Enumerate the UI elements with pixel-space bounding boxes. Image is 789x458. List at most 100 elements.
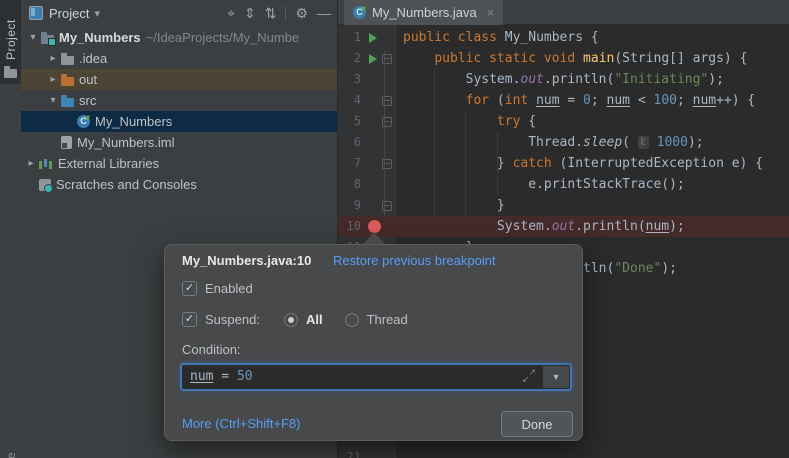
project-view-icon (29, 6, 43, 20)
enabled-checkbox[interactable]: ✓ (182, 281, 197, 296)
tree-item-my-numbers-iml[interactable]: My_Numbers.iml (21, 132, 337, 153)
tool-window-button-project[interactable]: Project (0, 0, 21, 84)
tool-window-stripe: Project Structure (0, 0, 22, 458)
suspend-thread-label[interactable]: Thread (367, 312, 408, 327)
tree-item-label: External Libraries (58, 156, 159, 171)
libraries-icon (39, 157, 53, 170)
iml-icon (61, 136, 72, 149)
code-text[interactable]: try { (396, 111, 789, 132)
run-icon[interactable] (369, 54, 382, 64)
code-line-5: 5 try { (338, 111, 789, 132)
chevron-right-icon[interactable]: ▸ (45, 53, 61, 64)
condition-label: Condition: (182, 342, 241, 357)
condition-history-dropdown[interactable]: ▼ (542, 366, 569, 388)
code-text[interactable]: Thread.sleep( l: 1000); (396, 132, 789, 153)
line-number: 21 (338, 447, 361, 458)
restore-previous-breakpoint-link[interactable]: Restore previous breakpoint (333, 253, 496, 268)
gutter-cell: 4 (338, 90, 396, 111)
code-text[interactable]: } (396, 195, 789, 216)
tree-item-label: My_Numbers (59, 30, 141, 45)
line-number: 2 (338, 48, 361, 69)
folder-orange-icon (61, 77, 74, 86)
code-line-2: 2 public static void main(String[] args)… (338, 48, 789, 69)
code-text[interactable]: public static void main(String[] args) { (396, 48, 789, 69)
code-text[interactable]: public class My_Numbers { (396, 27, 789, 48)
line-number: 1 (338, 27, 361, 48)
tree-item-label: src (79, 93, 96, 108)
fold-icon[interactable] (382, 117, 392, 127)
condition-value: num = 50 (190, 365, 253, 389)
code-line-4: 4 for (int num = 0; num < 100; num++) { (338, 90, 789, 111)
tree-item-src[interactable]: ▾ src (21, 90, 337, 111)
condition-input[interactable]: num = 50 ↗↙ ▼ (180, 363, 572, 391)
gutter-cell: 6 (338, 132, 396, 153)
enabled-row: ✓ Enabled (182, 281, 253, 296)
breakpoint-popup-title: My_Numbers.java:10 (182, 253, 311, 268)
code-line-9: 9 } (338, 195, 789, 216)
tree-item-label: My_Numbers.iml (77, 135, 175, 150)
fold-icon[interactable] (382, 54, 392, 64)
suspend-all-radio[interactable] (284, 313, 298, 327)
tree-item-my-numbers[interactable]: My_Numbers (21, 111, 337, 132)
project-panel-header: Project ▾ ⌖ ⇕ ⇅ ⚙ — (21, 0, 337, 26)
line-number: 4 (338, 90, 361, 111)
fold-icon[interactable] (382, 96, 392, 106)
code-text[interactable] (396, 447, 789, 458)
code-text[interactable]: } catch (InterruptedException e) { (396, 153, 789, 174)
tree-item-out[interactable]: ▸out (21, 69, 337, 90)
suspend-thread-radio[interactable] (345, 313, 359, 327)
tree-item-my-numbers[interactable]: ▾My_Numbers ~/IdeaProjects/My_Numbe (21, 27, 337, 48)
fold-icon[interactable] (382, 201, 392, 211)
expand-all-icon[interactable]: ⇕ (244, 6, 256, 20)
gutter-cell: 9 (338, 195, 396, 216)
line-number: 7 (338, 153, 361, 174)
gutter-cell: 5 (338, 111, 396, 132)
folder-gray-icon (61, 56, 74, 65)
code-text[interactable]: System.out.println("Initiating"); (396, 69, 789, 90)
code-text[interactable]: e.printStackTrace(); (396, 174, 789, 195)
editor-tab-my-numbers-java[interactable]: My_Numbers.java × (344, 0, 503, 25)
chevron-right-icon[interactable]: ▸ (23, 158, 39, 169)
project-folder-icon (41, 35, 54, 44)
gutter-cell: 7 (338, 153, 396, 174)
tree-item--idea[interactable]: ▸.idea (21, 48, 337, 69)
code-line-1: 1 public class My_Numbers { (338, 27, 789, 48)
tool-window-button-structure[interactable]: Structure (4, 430, 18, 458)
tree-item-scratches-and-consoles[interactable]: Scratches and Consoles (21, 174, 337, 195)
folder-blue-icon (61, 98, 74, 107)
done-button[interactable]: Done (501, 411, 573, 437)
line-number: 10 (338, 216, 361, 237)
expand-editor-icon[interactable]: ↗↙ (522, 367, 536, 385)
line-number: 8 (338, 174, 361, 195)
breakpoint-popup: My_Numbers.java:10 Restore previous brea… (164, 244, 583, 441)
settings-icon[interactable]: ⚙ (295, 6, 308, 20)
suspend-checkbox[interactable]: ✓ (182, 312, 197, 327)
close-icon[interactable]: × (487, 5, 495, 20)
more-settings-link[interactable]: More (Ctrl+Shift+F8) (182, 416, 300, 431)
chevron-right-icon[interactable]: ▸ (45, 74, 61, 85)
collapse-all-icon[interactable]: ⇅ (265, 6, 277, 20)
tree-item-external-libraries[interactable]: ▸ External Libraries (21, 153, 337, 174)
code-line-7: 7 } catch (InterruptedException e) { (338, 153, 789, 174)
suspend-all-label[interactable]: All (306, 312, 323, 327)
fold-icon[interactable] (382, 159, 392, 169)
code-line-3: 3 System.out.println("Initiating"); (338, 69, 789, 90)
suspend-label: Suspend: (205, 312, 260, 327)
tree-item-label: Scratches and Consoles (56, 177, 197, 192)
locate-icon[interactable]: ⌖ (227, 6, 235, 20)
chevron-down-icon[interactable]: ▾ (45, 95, 61, 106)
gutter-cell: 1 (338, 27, 396, 48)
code-text[interactable]: System.out.println(num); (396, 216, 789, 237)
java-class-icon (353, 6, 366, 19)
code-line-6: 6 Thread.sleep( l: 1000); (338, 132, 789, 153)
code-line-8: 8 e.printStackTrace(); (338, 174, 789, 195)
panel-title[interactable]: Project (49, 6, 89, 21)
code-text[interactable]: for (int num = 0; num < 100; num++) { (396, 90, 789, 111)
hide-icon[interactable]: — (317, 6, 331, 20)
line-number: 9 (338, 195, 361, 216)
project-tree: ▾My_Numbers ~/IdeaProjects/My_Numbe▸.ide… (21, 27, 337, 195)
run-icon[interactable] (369, 33, 382, 43)
chevron-down-icon[interactable]: ▾ (94, 7, 100, 20)
gutter-cell: 2 (338, 48, 396, 69)
chevron-down-icon[interactable]: ▾ (25, 32, 41, 43)
